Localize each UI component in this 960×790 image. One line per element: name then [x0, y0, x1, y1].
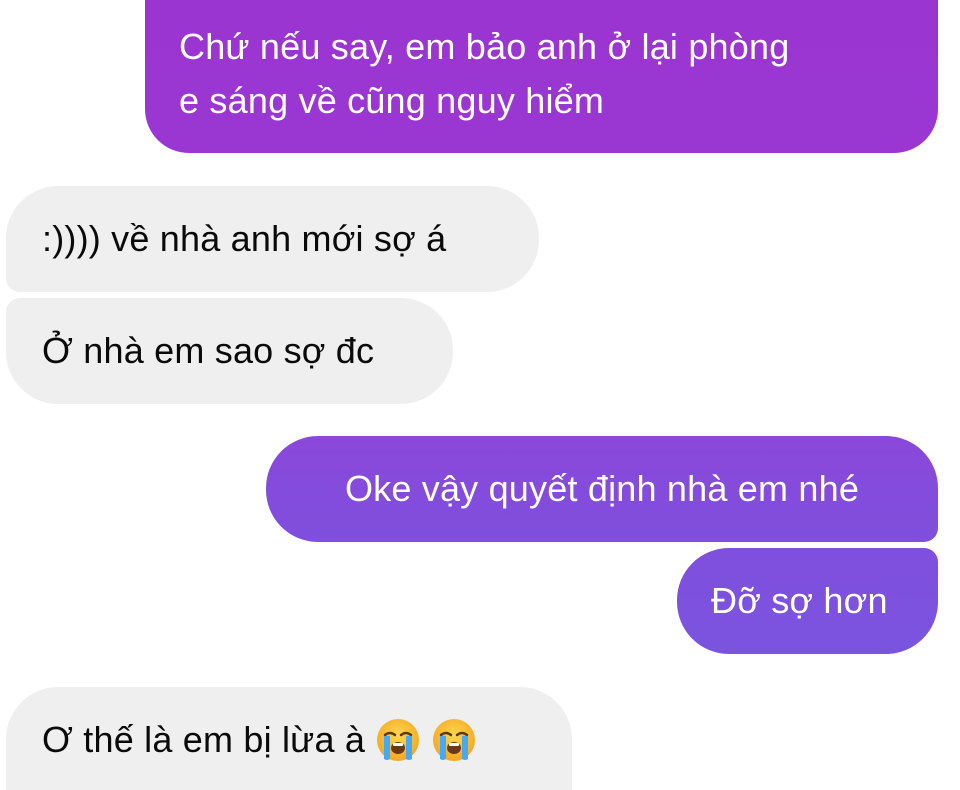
- incoming-message-bubble[interactable]: Ơ thế là em bị lừa à: [6, 687, 572, 790]
- message-thread: Chứ nếu say, em bảo anh ở lại phòng e sá…: [0, 0, 960, 790]
- message-content: Ơ thế là em bị lừa à: [42, 713, 477, 767]
- message-text: :)))) về nhà anh mới sợ á: [42, 218, 447, 259]
- message-text: Đỡ sợ hơn: [711, 580, 888, 621]
- loudly-crying-face-icon: [375, 717, 421, 763]
- message-text-line: Chứ nếu say, em bảo anh ở lại phòng: [179, 26, 790, 67]
- outgoing-message-bubble[interactable]: Đỡ sợ hơn: [677, 548, 938, 654]
- loudly-crying-face-icon: [431, 717, 477, 763]
- message-text: Ơ thế là em bị lừa à: [42, 719, 366, 760]
- incoming-message-bubble[interactable]: :)))) về nhà anh mới sợ á: [6, 186, 539, 292]
- message-text: Oke vậy quyết định nhà em nhé: [344, 468, 860, 509]
- outgoing-message-bubble[interactable]: Oke vậy quyết định nhà em nhé: [266, 436, 938, 542]
- message-text: Ở nhà em sao sợ đc: [42, 330, 375, 371]
- incoming-message-bubble[interactable]: Ở nhà em sao sợ đc: [6, 298, 453, 404]
- message-text-line: e sáng về cũng nguy hiểm: [179, 80, 605, 121]
- outgoing-message-bubble[interactable]: Chứ nếu say, em bảo anh ở lại phòng e sá…: [145, 0, 938, 153]
